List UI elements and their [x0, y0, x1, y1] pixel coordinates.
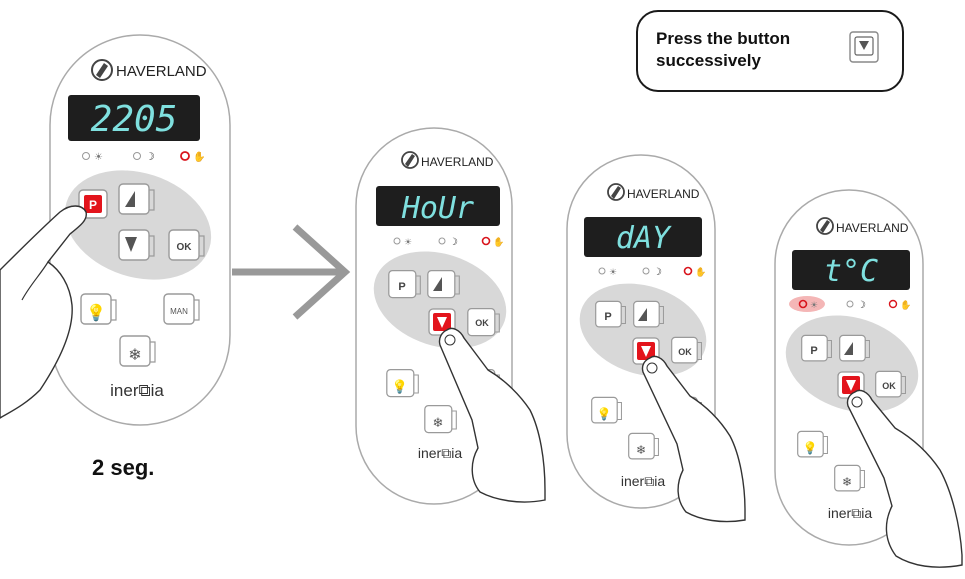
svg-text:P: P	[89, 198, 97, 212]
svg-text:OK: OK	[177, 242, 193, 253]
svg-text:OK: OK	[475, 318, 489, 328]
moon-icon: ☽	[449, 237, 458, 248]
brand-label: HAVERLAND	[836, 221, 909, 235]
footer-brand: iner⧉ia	[418, 445, 462, 461]
hand-icon: ✋	[695, 266, 706, 277]
svg-text:OK: OK	[882, 381, 896, 391]
footer-brand: iner⧉ia	[621, 473, 665, 489]
moon-icon: ☽	[653, 267, 662, 278]
footer-brand: iner⧉ia	[828, 505, 872, 521]
up-button[interactable]	[118, 183, 155, 215]
display-value: 2205	[91, 99, 178, 140]
display-value: HoUr	[401, 191, 474, 226]
svg-text:MAN: MAN	[170, 307, 188, 316]
moon-icon: ☽	[145, 151, 155, 163]
bulb-icon: 💡	[392, 379, 408, 394]
snowflake-icon: ❄	[128, 347, 141, 364]
brand-label: HAVERLAND	[421, 155, 494, 169]
sun-icon: ☀	[609, 267, 617, 277]
thermostat-4: HAVERLAND t°C ☀ ☽ ✋ P OK 💡 MAN ❄ iner⧉ia	[774, 189, 963, 568]
bulb-icon: 💡	[597, 407, 612, 421]
bulb-icon: 💡	[803, 441, 818, 455]
display-value: t°C	[824, 254, 878, 289]
moon-icon: ☽	[857, 300, 866, 311]
sun-icon: ☀	[94, 152, 103, 163]
sun-icon: ☀	[404, 237, 412, 247]
brand-label: HAVERLAND	[627, 187, 700, 201]
thermostat-2: HAVERLAND HoUr ☀ ☽ ✋ P OK 💡 MAN ❄ iner⧉i…	[355, 127, 546, 505]
sequence-arrow	[232, 224, 351, 320]
svg-text:P: P	[604, 311, 611, 323]
display-value: dAY	[616, 221, 672, 256]
bulb-icon: 💡	[86, 303, 106, 322]
snowflake-icon: ❄	[433, 415, 444, 430]
svg-text:P: P	[398, 281, 405, 293]
footer-brand: iner⧉ia	[110, 381, 164, 400]
sun-icon: ☀	[810, 300, 818, 310]
diagram-canvas: HAVERLAND 2205 ☀ ☽ ✋ P OK 💡 MAN ❄ iner⧉i…	[0, 34, 963, 568]
hand-icon: ✋	[193, 150, 205, 163]
svg-text:OK: OK	[678, 347, 692, 357]
up-button[interactable]	[633, 300, 665, 328]
snowflake-icon: ❄	[636, 443, 646, 457]
down-button[interactable]	[118, 229, 155, 261]
hand-icon: ✋	[493, 236, 504, 247]
snowflake-icon: ❄	[842, 475, 852, 489]
hand-icon: ✋	[900, 299, 911, 310]
thermostat-3: HAVERLAND dAY ☀ ☽ ✋ P OK 💡 MAN ❄ iner⧉ia	[566, 154, 746, 523]
brand-label: HAVERLAND	[116, 63, 207, 80]
up-button[interactable]	[839, 334, 871, 362]
thermostat-1: HAVERLAND 2205 ☀ ☽ ✋ P OK 💡 MAN ❄ iner⧉i…	[0, 34, 231, 426]
up-button[interactable]	[427, 269, 460, 299]
svg-text:P: P	[810, 345, 817, 357]
